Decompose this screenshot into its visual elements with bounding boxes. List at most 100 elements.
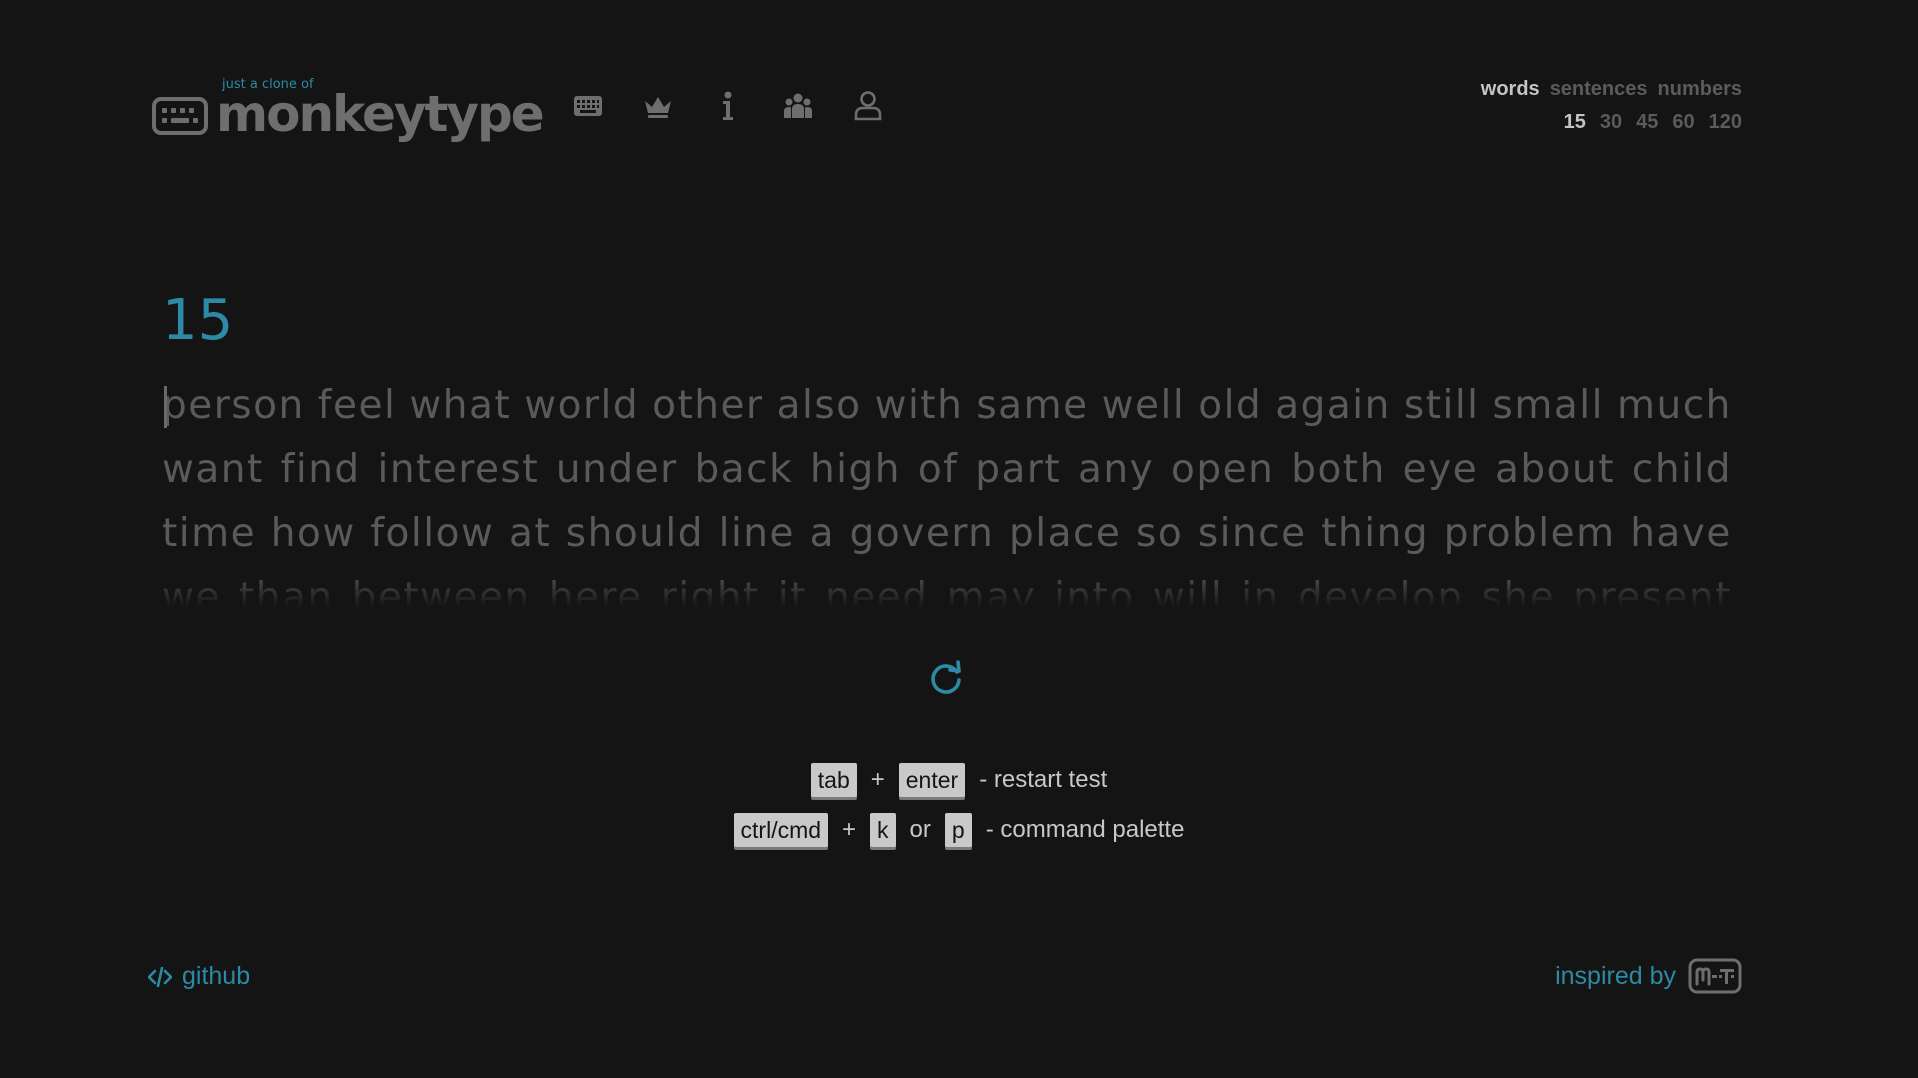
keyboard-icon[interactable] [572, 90, 604, 122]
word: at [508, 511, 552, 556]
word-count-row: 15 30 45 60 120 [1481, 111, 1742, 134]
word: right [660, 575, 760, 608]
word: again [1275, 383, 1391, 428]
word: into [1054, 575, 1135, 608]
word: of [917, 447, 959, 492]
word: old [1198, 383, 1263, 428]
word: in [1241, 575, 1280, 608]
info-icon[interactable] [712, 90, 744, 122]
word: line [718, 511, 795, 556]
github-label: github [182, 962, 251, 990]
word: follow [370, 511, 495, 556]
word: any [1078, 447, 1155, 492]
key-enter: enter [898, 763, 966, 797]
word-line: we than between here right it need may into will i… [162, 570, 1732, 608]
count-15[interactable]: 15 [1564, 111, 1586, 134]
word: place [1009, 511, 1122, 556]
word: small [1492, 383, 1604, 428]
or-text: or [909, 816, 931, 843]
word: need [825, 575, 929, 608]
word: person [162, 383, 305, 428]
logo[interactable]: just a clone of monkeytype [152, 77, 545, 144]
word: govern [849, 511, 995, 556]
hint-command-text: - command palette [985, 816, 1185, 843]
count-45[interactable]: 45 [1636, 111, 1658, 134]
word: time [162, 511, 257, 556]
word: also [776, 383, 862, 428]
mode-numbers[interactable]: numbers [1658, 78, 1742, 101]
word: child [1631, 447, 1732, 492]
hint-restart: tab + enter - restart test [0, 762, 1918, 798]
monkeytype-logo-icon[interactable] [1688, 958, 1742, 994]
mode-type-row: words sentences numbers [1481, 78, 1742, 101]
word: problem [1443, 511, 1616, 556]
app-root: just a clone of monkeytype words sentenc… [0, 0, 1918, 1078]
word: both [1291, 447, 1386, 492]
word: part [975, 447, 1062, 492]
word: want [162, 447, 264, 492]
word: same [976, 383, 1089, 428]
word: develop [1297, 575, 1464, 608]
word: we [162, 575, 221, 608]
keyboard-hints: tab + enter - restart test ctrl/cmd + k … [0, 762, 1918, 862]
word: find [280, 447, 361, 492]
logo-subtitle: just a clone of [222, 77, 314, 92]
word: it [777, 575, 808, 608]
word-line: time how follow at should line a govern place so s… [162, 506, 1732, 570]
word: feel [317, 383, 397, 428]
word: well [1101, 383, 1186, 428]
typing-area[interactable]: person feel what world other also with same well… [162, 378, 1732, 608]
word: how [270, 511, 356, 556]
word: present [1573, 575, 1732, 608]
key-k: k [870, 813, 896, 847]
crown-icon[interactable] [642, 90, 674, 122]
mode-sentences[interactable]: sentences [1550, 78, 1648, 101]
hint-command-palette: ctrl/cmd + k or p - command palette [0, 812, 1918, 848]
word: other [652, 383, 764, 428]
words-remaining-counter: 15 [162, 288, 234, 353]
keyboard-logo-icon [152, 97, 208, 135]
inspired-by: inspired by [1555, 958, 1742, 994]
word: here [548, 575, 643, 608]
inspired-label: inspired by [1555, 961, 1676, 990]
word-line: want find interest under back high of part any op… [162, 442, 1732, 506]
restart-icon[interactable] [928, 660, 964, 696]
word: under [555, 447, 678, 492]
github-link[interactable]: github [148, 962, 250, 991]
word: will [1152, 575, 1224, 608]
word: with [874, 383, 964, 428]
word: she [1481, 575, 1556, 608]
count-120[interactable]: 120 [1709, 111, 1742, 134]
logo-text: just a clone of monkeytype [216, 77, 545, 144]
key-tab: tab [810, 763, 857, 797]
word: a [809, 511, 836, 556]
code-icon [148, 966, 172, 987]
word: should [565, 511, 704, 556]
user-icon[interactable] [852, 90, 884, 122]
word: about [1495, 447, 1616, 492]
word: between [351, 575, 531, 608]
users-icon[interactable] [782, 90, 814, 122]
key-p: p [944, 813, 972, 847]
word: than [238, 575, 334, 608]
word: may [946, 575, 1037, 608]
word: so [1136, 511, 1184, 556]
word: world [524, 383, 640, 428]
word: back [694, 447, 794, 492]
word: high [809, 447, 901, 492]
count-30[interactable]: 30 [1600, 111, 1622, 134]
word: interest [377, 447, 540, 492]
word: still [1403, 383, 1480, 428]
count-60[interactable]: 60 [1672, 111, 1694, 134]
word: since [1197, 511, 1307, 556]
word: much [1616, 383, 1732, 428]
word-line: person feel what world other also with same well… [162, 378, 1732, 442]
mode-words[interactable]: words [1481, 78, 1540, 101]
word: what [409, 383, 512, 428]
plus-sign: + [870, 766, 885, 793]
word: have [1630, 511, 1732, 556]
key-ctrl-cmd: ctrl/cmd [733, 813, 829, 847]
text-caret [164, 386, 167, 428]
hint-restart-text: - restart test [979, 766, 1108, 793]
mode-selector: words sentences numbers 15 30 45 60 120 [1481, 78, 1742, 134]
